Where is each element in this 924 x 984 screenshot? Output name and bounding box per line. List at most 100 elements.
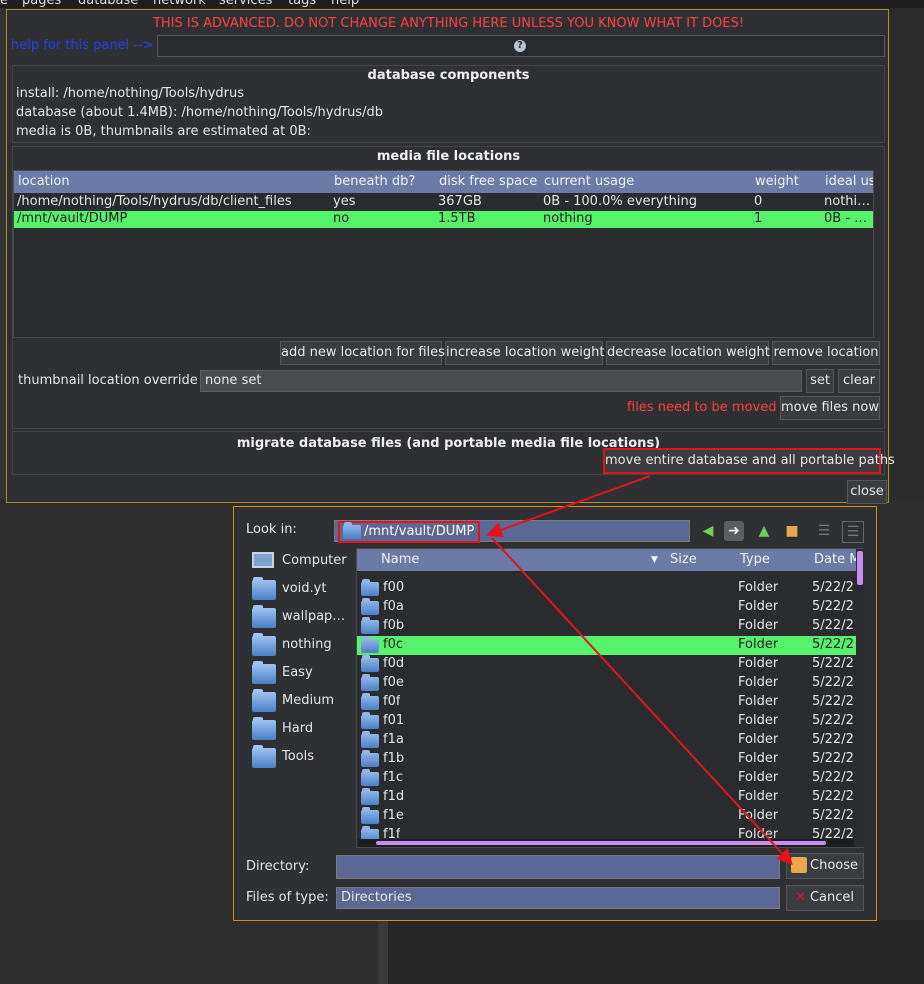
file-row[interactable]: f01 Folder 5/22/2 bbox=[357, 712, 857, 731]
menu-network[interactable]: network bbox=[153, 0, 206, 8]
column-header[interactable]: weight bbox=[755, 174, 799, 189]
file-row[interactable]: f0e Folder 5/22/2 bbox=[357, 674, 857, 693]
files-of-type-combo[interactable]: Directories bbox=[336, 887, 780, 909]
column-header-date[interactable]: Date M bbox=[814, 552, 860, 567]
sidebar-item-hard[interactable]: Hard bbox=[246, 717, 348, 743]
file-date: 5/22/2 bbox=[812, 675, 854, 690]
file-row[interactable]: f1d Folder 5/22/2 bbox=[357, 788, 857, 807]
file-list[interactable]: Name ▼ Size Type Date M f00 Folder 5/22/2 f… bbox=[356, 548, 864, 848]
look-in-combo[interactable]: /mnt/vault/DUMP bbox=[334, 520, 690, 543]
file-date: 5/22/2 bbox=[812, 694, 854, 709]
file-name: f0a bbox=[383, 599, 404, 614]
cancel-label: Cancel bbox=[809, 890, 855, 905]
file-type: Folder bbox=[738, 808, 779, 823]
sidebar-label: Hard bbox=[282, 721, 314, 736]
file-row[interactable]: f0b Folder 5/22/2 bbox=[357, 617, 857, 636]
horizontal-scrollbar[interactable] bbox=[358, 839, 854, 847]
cell-usage: nothing bbox=[543, 211, 593, 226]
column-header[interactable]: beneath db? bbox=[334, 174, 415, 189]
locations-table[interactable]: location beneath db? disk free space cur… bbox=[13, 170, 874, 338]
sidebar-item-void-yt[interactable]: void.yt bbox=[246, 577, 348, 603]
thumbnail-override-field[interactable]: none set bbox=[200, 370, 802, 392]
file-date: 5/22/2 bbox=[812, 618, 854, 633]
sidebar-item-tools[interactable]: Tools bbox=[246, 745, 348, 771]
file-row[interactable]: f1a Folder 5/22/2 bbox=[357, 731, 857, 750]
move-files-now-button[interactable]: move files now bbox=[780, 396, 880, 420]
sidebar-item-medium[interactable]: Medium bbox=[246, 689, 348, 715]
column-header[interactable]: current usage bbox=[544, 174, 634, 189]
table-row[interactable]: /home/nothing/Tools/hydrus/db/client_fil… bbox=[14, 194, 873, 211]
folder-icon bbox=[361, 712, 379, 729]
detail-view-icon[interactable]: ☰ bbox=[842, 521, 864, 543]
file-row[interactable]: f00 Folder 5/22/2 bbox=[357, 579, 857, 598]
column-header-type[interactable]: Type bbox=[740, 552, 770, 567]
file-type: Folder bbox=[738, 656, 779, 671]
cell-ideal: 0B - … bbox=[824, 211, 868, 226]
increase-weight-button[interactable]: increase location weight bbox=[445, 341, 604, 365]
vertical-scrollbar[interactable] bbox=[856, 549, 864, 847]
sidebar-item-easy[interactable]: Easy bbox=[246, 661, 348, 687]
directory-label: Directory: bbox=[246, 859, 310, 874]
file-row[interactable]: f1c Folder 5/22/2 bbox=[357, 769, 857, 788]
column-header[interactable]: disk free space bbox=[439, 174, 537, 189]
menu-help[interactable]: help bbox=[331, 0, 359, 8]
database-components-panel: database components install: /home/nothi… bbox=[12, 65, 885, 143]
column-header-name[interactable]: Name bbox=[381, 552, 419, 567]
back-icon[interactable]: ◀ bbox=[698, 521, 718, 541]
column-header[interactable]: ideal us bbox=[825, 174, 873, 189]
folder-icon bbox=[252, 717, 276, 740]
table-row-selected[interactable]: /mnt/vault/DUMP no 1.5TB nothing 1 0B - … bbox=[14, 211, 873, 228]
file-row[interactable]: f1b Folder 5/22/2 bbox=[357, 750, 857, 769]
sidebar-item-computer[interactable]: Computer bbox=[246, 549, 348, 575]
file-type: Folder bbox=[738, 599, 779, 614]
menu-tags[interactable]: tags bbox=[288, 0, 316, 8]
file-list-header: Name ▼ Size Type Date M bbox=[357, 549, 863, 571]
clear-button[interactable]: clear bbox=[838, 369, 880, 393]
file-row[interactable]: f0a Folder 5/22/2 bbox=[357, 598, 857, 617]
file-date: 5/22/2 bbox=[812, 751, 854, 766]
folder-icon bbox=[361, 579, 379, 596]
folder-icon bbox=[361, 769, 379, 786]
add-location-button[interactable]: add new location for files bbox=[280, 341, 445, 365]
sidebar-item-wallpapers[interactable]: wallpap… bbox=[246, 605, 348, 631]
question-icon: ? bbox=[514, 40, 526, 52]
list-view-icon[interactable]: ☰ bbox=[814, 521, 834, 541]
remove-location-button[interactable]: remove location bbox=[772, 341, 880, 365]
new-folder-icon[interactable]: ■ bbox=[782, 521, 802, 541]
scroll-thumb[interactable] bbox=[857, 551, 863, 585]
decrease-weight-button[interactable]: decrease location weight bbox=[606, 341, 770, 365]
file-date: 5/22/2 bbox=[812, 713, 854, 728]
column-header-size[interactable]: Size bbox=[670, 552, 697, 567]
file-name: f0e bbox=[383, 675, 404, 690]
move-entire-database-button[interactable]: move entire database and all portable pa… bbox=[603, 448, 895, 474]
choose-button[interactable]: Choose bbox=[786, 853, 864, 879]
menu-database[interactable]: database bbox=[78, 0, 138, 8]
cancel-button[interactable]: ✕ Cancel bbox=[786, 885, 864, 911]
file-row[interactable]: f1e Folder 5/22/2 bbox=[357, 807, 857, 826]
splitter-handle[interactable] bbox=[378, 920, 388, 984]
close-button[interactable]: close bbox=[847, 480, 887, 504]
menu-e[interactable]: e bbox=[0, 0, 8, 8]
directory-field[interactable] bbox=[336, 855, 780, 879]
menu-pages[interactable]: pages bbox=[22, 0, 61, 8]
places-sidebar[interactable]: Computer void.yt wallpap… nothing Easy M… bbox=[246, 549, 348, 849]
file-row[interactable]: f0f Folder 5/22/2 bbox=[357, 693, 857, 712]
file-row[interactable]: f0c Folder 5/22/2 bbox=[357, 636, 857, 655]
scroll-thumb[interactable] bbox=[376, 841, 826, 845]
column-header[interactable]: location bbox=[18, 174, 70, 189]
set-button[interactable]: set bbox=[806, 369, 834, 393]
forward-icon[interactable]: ➜ bbox=[724, 521, 744, 541]
sidebar-item-nothing[interactable]: nothing bbox=[246, 633, 348, 659]
menu-services[interactable]: services bbox=[219, 0, 272, 8]
sidebar-label: void.yt bbox=[282, 581, 327, 596]
choose-label: Choose bbox=[810, 858, 858, 873]
sidebar-label: Computer bbox=[282, 553, 347, 568]
up-icon[interactable]: ▲ bbox=[754, 521, 774, 541]
folder-icon bbox=[361, 617, 379, 634]
help-link[interactable]: help for this panel --> bbox=[11, 38, 154, 53]
folder-icon bbox=[361, 598, 379, 615]
panel-title: database components bbox=[367, 68, 530, 83]
help-button[interactable]: ? bbox=[157, 35, 885, 57]
look-in-label: Look in: bbox=[246, 522, 297, 537]
file-row[interactable]: f0d Folder 5/22/2 bbox=[357, 655, 857, 674]
